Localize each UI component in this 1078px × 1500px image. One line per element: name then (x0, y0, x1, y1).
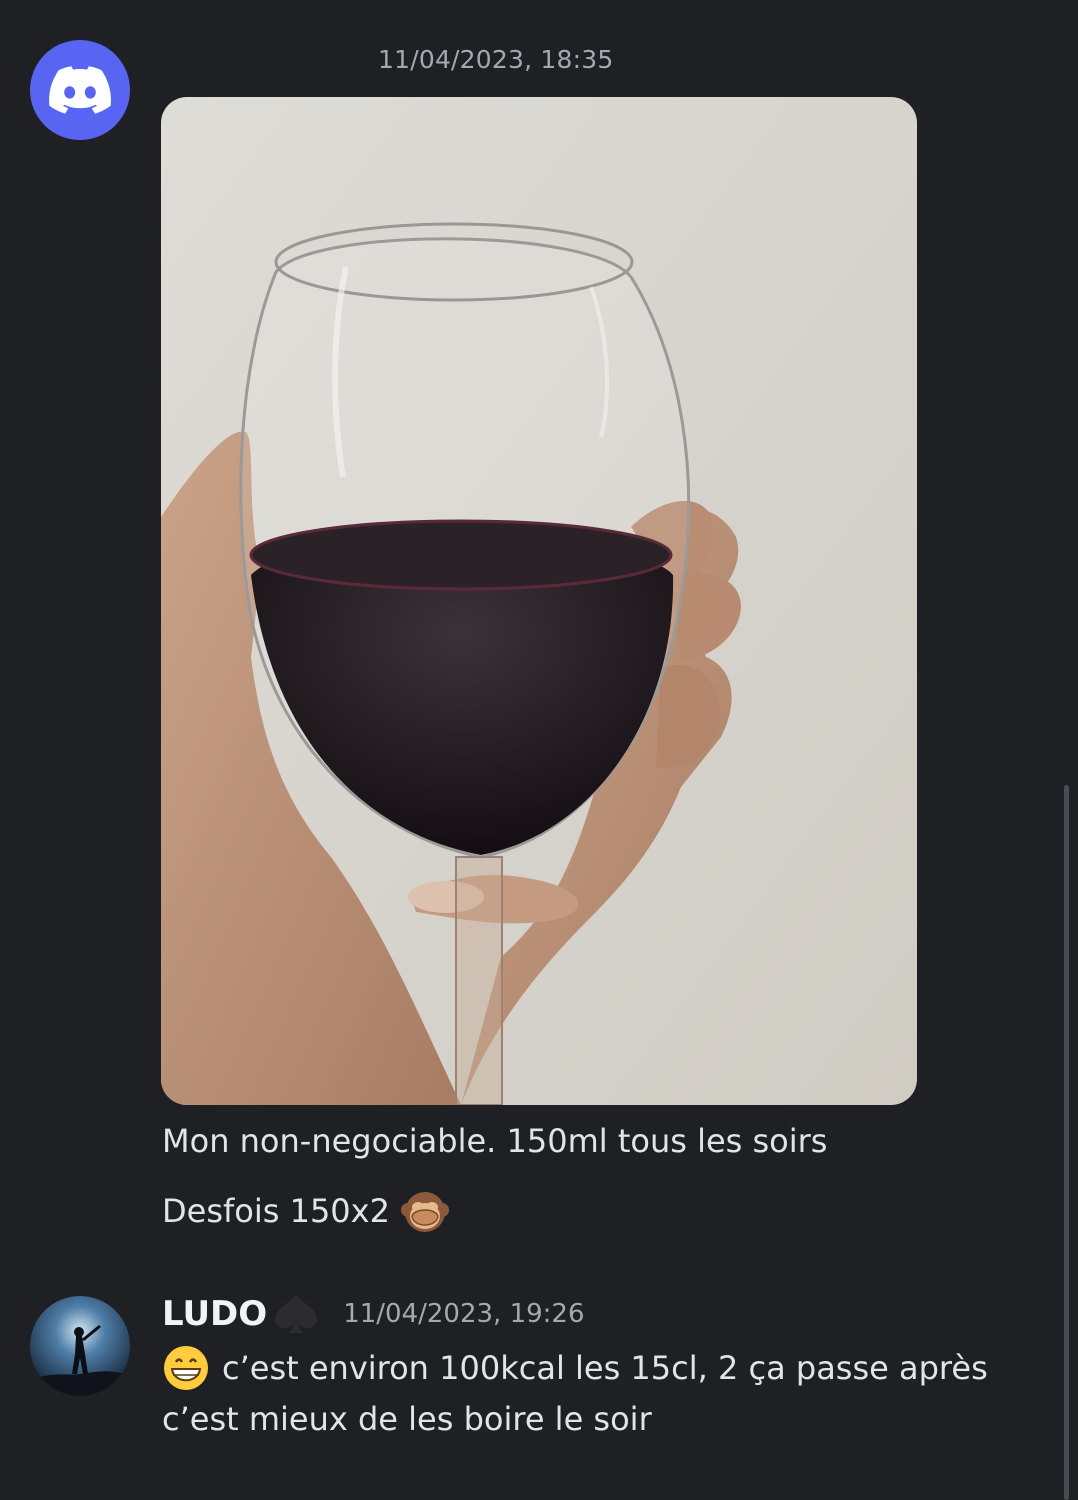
scrollbar[interactable] (1064, 785, 1069, 1500)
message-header: LUDO 11/04/2023, 19:26 (162, 1292, 585, 1336)
discord-logo-icon (49, 66, 111, 114)
message-text-line-1: c’est environ 100kcal les 15cl, 2 ça pas… (162, 1344, 988, 1392)
message-text: c’est environ 100kcal les 15cl, 2 ça pas… (222, 1349, 988, 1387)
message-text-line-1: Mon non-negociable. 150ml tous les soirs (162, 1122, 828, 1160)
see-no-evil-monkey-icon (400, 1186, 450, 1236)
discord-avatar[interactable] (30, 40, 130, 140)
message-timestamp: 11/04/2023, 19:26 (343, 1299, 585, 1329)
message-text-line-2-label: Desfois 150x2 (162, 1192, 390, 1230)
author-name[interactable]: LUDO (162, 1294, 267, 1334)
message-text-line-2: Desfois 150x2 (162, 1186, 450, 1236)
message-timestamp: 11/04/2023, 18:35 (378, 45, 614, 74)
message-text-line-2: c’est mieux de les boire le soir (162, 1400, 652, 1438)
spade-icon (269, 1292, 323, 1336)
user-avatar[interactable] (30, 1296, 130, 1396)
grinning-face-icon (162, 1344, 210, 1392)
wine-glass-photo[interactable] (161, 97, 917, 1105)
